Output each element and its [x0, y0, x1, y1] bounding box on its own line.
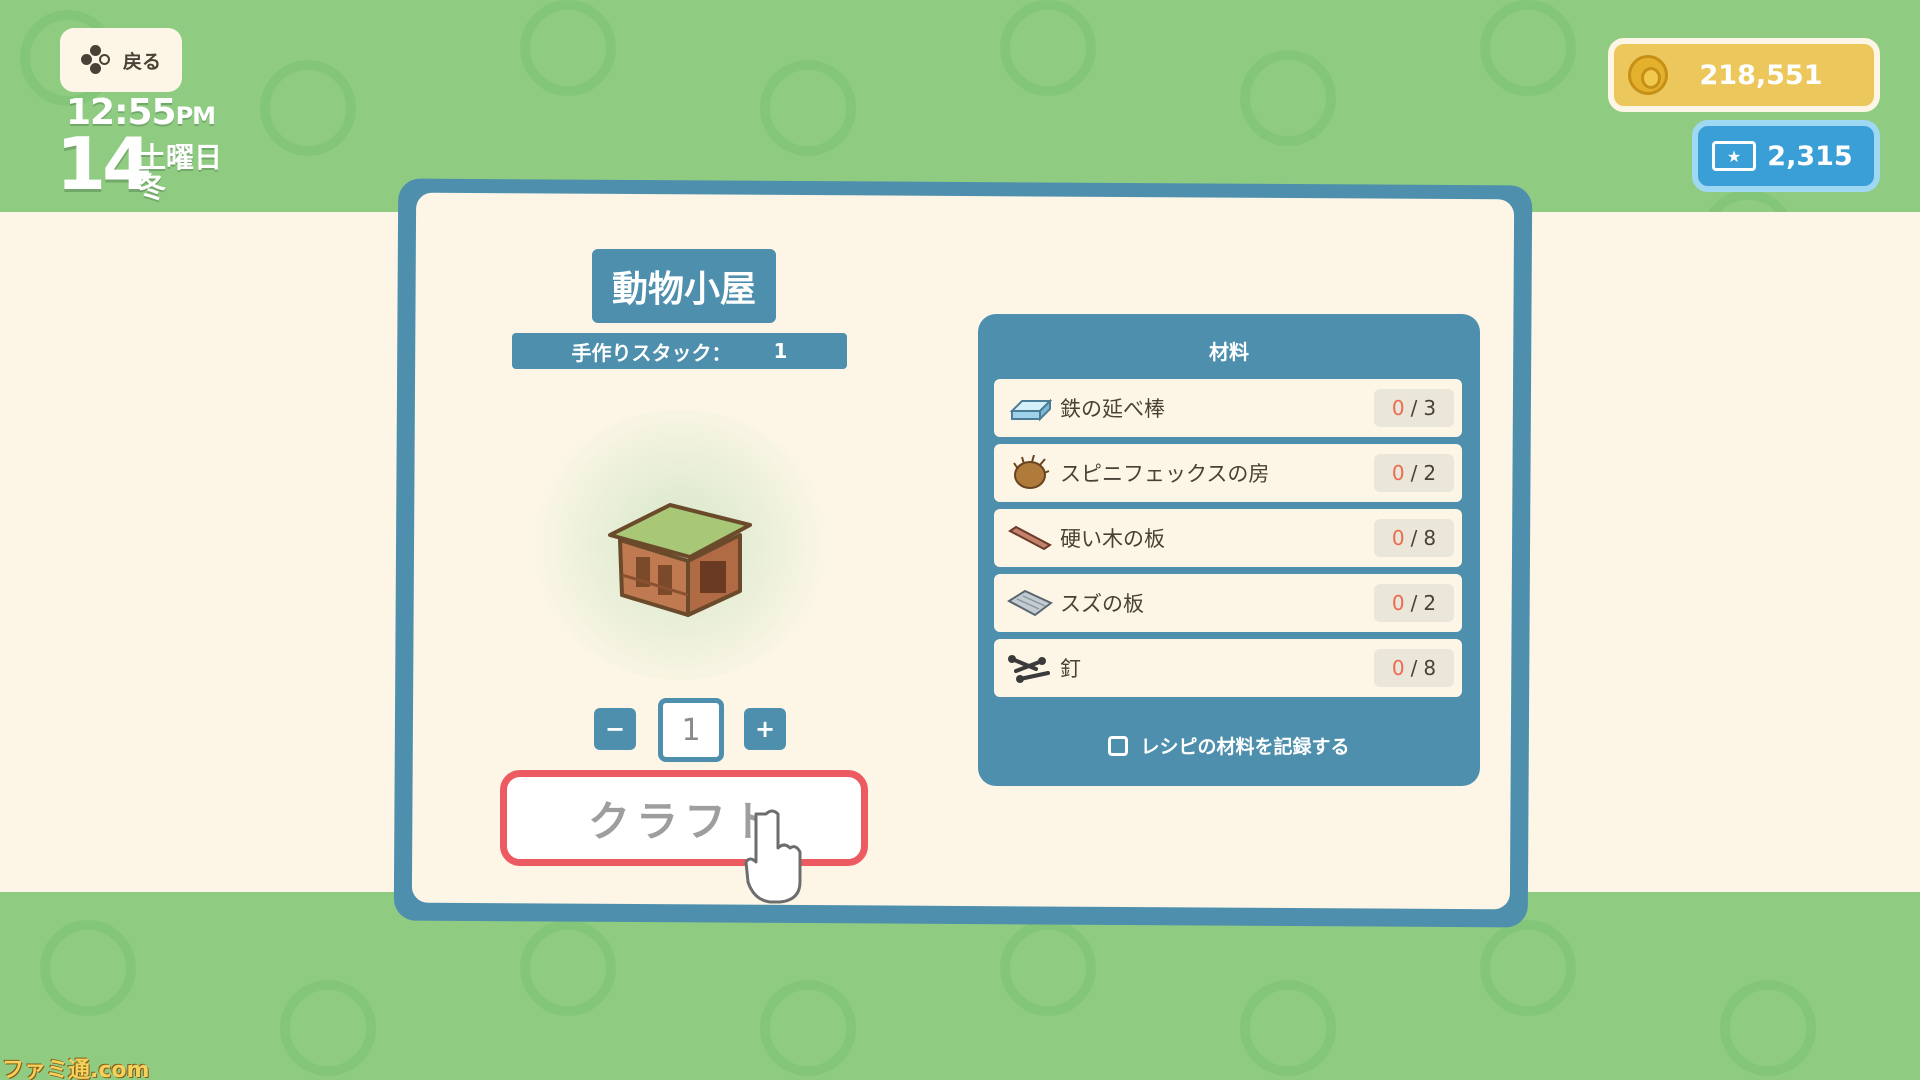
material-have: 0 [1391, 591, 1405, 615]
material-row: 硬い木の板 0/8 [994, 509, 1462, 567]
material-have: 0 [1391, 526, 1405, 550]
watermark-logo: ファミ通.com [2, 1058, 150, 1080]
tin-plate-icon [1006, 583, 1054, 623]
material-need: 2 [1423, 591, 1437, 615]
stack-label: 手作りスタック： [571, 340, 732, 365]
spinifex-tuft-icon [1006, 453, 1054, 493]
ticket-value: 2,315 [1767, 140, 1853, 172]
quantity-increase-button[interactable]: + [744, 708, 786, 750]
material-name: 硬い木の板 [1060, 527, 1165, 551]
material-count: 0/2 [1374, 584, 1454, 622]
record-recipe-label: レシピの材料を記録する [1140, 736, 1350, 758]
back-label: 戻る [122, 50, 161, 73]
record-recipe-checkbox[interactable] [1108, 735, 1129, 756]
record-recipe-toggle[interactable]: レシピの材料を記録する [978, 732, 1480, 759]
dpad-icon [80, 45, 111, 75]
stack-value: 1 [773, 339, 788, 363]
material-need: 2 [1423, 461, 1437, 485]
item-preview [460, 380, 900, 710]
iron-bar-icon [1006, 388, 1054, 428]
coin-icon [1628, 55, 1668, 95]
materials-panel: 材料 鉄の延べ棒 0/3 スピニフェックスの房 0/2 硬い木の板 0/8 スズ… [978, 314, 1480, 786]
material-row: スズの板 0/2 [994, 574, 1462, 632]
animal-coop-icon [608, 503, 752, 617]
material-name: スズの板 [1060, 592, 1144, 616]
material-separator: / [1410, 396, 1418, 420]
day-number: 14 [56, 122, 152, 206]
nails-icon [1006, 648, 1054, 688]
material-need: 3 [1423, 396, 1437, 420]
material-row: 鉄の延べ棒 0/3 [994, 379, 1462, 437]
ticket-counter: ★ 2,315 [1692, 120, 1880, 192]
back-button[interactable]: 戻る [60, 28, 182, 92]
material-need: 8 [1423, 526, 1437, 550]
material-separator: / [1410, 656, 1418, 680]
hand-cursor-icon [744, 809, 802, 904]
material-count: 0/8 [1374, 519, 1454, 557]
gold-counter: 218,551 [1608, 38, 1880, 112]
material-name: スピニフェックスの房 [1060, 462, 1270, 486]
craft-button[interactable]: クラフト [500, 770, 868, 866]
material-name: 鉄の延べ棒 [1060, 397, 1165, 421]
clock-suffix: PM [175, 102, 216, 130]
craft-stack-bar: 手作りスタック： 1 [512, 333, 847, 369]
quantity-decrease-button[interactable]: − [594, 708, 636, 750]
gold-value: 218,551 [1699, 59, 1823, 91]
material-name: 釘 [1060, 657, 1081, 681]
material-have: 0 [1391, 461, 1405, 485]
material-separator: / [1410, 461, 1418, 485]
quantity-field[interactable]: 1 [658, 698, 724, 762]
material-separator: / [1410, 591, 1418, 615]
material-count: 0/2 [1374, 454, 1454, 492]
material-row: スピニフェックスの房 0/2 [994, 444, 1462, 502]
hardwood-plank-icon [1006, 518, 1054, 558]
material-separator: / [1410, 526, 1418, 550]
material-have: 0 [1391, 396, 1405, 420]
materials-header: 材料 [1209, 340, 1249, 364]
material-row: 釘 0/8 [994, 639, 1462, 697]
material-count: 0/3 [1374, 389, 1454, 427]
material-have: 0 [1391, 656, 1405, 680]
material-need: 8 [1423, 656, 1437, 680]
item-title: 動物小屋 [592, 249, 776, 323]
material-count: 0/8 [1374, 649, 1454, 687]
ticket-icon: ★ [1712, 141, 1756, 171]
season: 冬 [138, 171, 167, 204]
